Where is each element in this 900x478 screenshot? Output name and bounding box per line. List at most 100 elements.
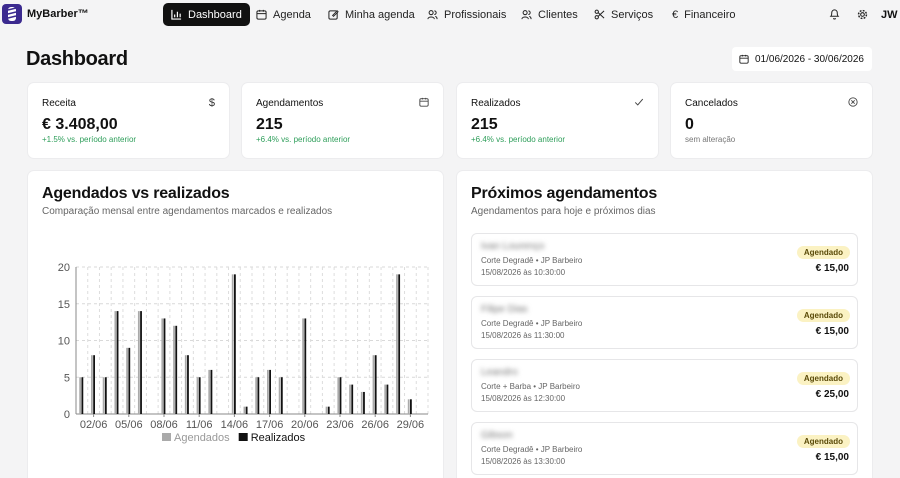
- bell-icon[interactable]: [829, 7, 840, 25]
- appointment-item[interactable]: Ivan Lourenço Corte Degradê • JP Barbeir…: [471, 233, 858, 286]
- bar-realizados: [280, 377, 283, 414]
- brand[interactable]: MyBarber™: [2, 4, 89, 24]
- bar-agendados: [384, 384, 387, 414]
- appointment-item[interactable]: Filipe Dias Corte Degradê • JP Barbeiro …: [471, 296, 858, 349]
- nav-clientes[interactable]: Clientes: [521, 3, 578, 26]
- date-range-picker[interactable]: 01/06/2026 - 30/06/2026: [732, 47, 872, 71]
- appointment-service: Corte Degradê • JP Barbeiro: [481, 445, 583, 454]
- stat-change: sem alteração: [685, 135, 736, 144]
- x-tick-label: 17/06: [256, 419, 284, 431]
- bar-realizados: [198, 377, 201, 414]
- bar-realizados: [410, 399, 412, 414]
- x-tick-label: 23/06: [326, 419, 354, 431]
- date-range-text: 01/06/2026 - 30/06/2026: [755, 53, 864, 65]
- nav-profissionais-label: Profissionais: [444, 8, 507, 21]
- client-name: Gibson: [481, 430, 513, 441]
- bar-agendados: [208, 369, 211, 414]
- stat-card-agendamentos: Agendamentos 215 +6.4% vs. período anter…: [242, 83, 443, 158]
- bar-realizados: [339, 377, 342, 414]
- x-tick-label: 26/06: [361, 419, 389, 431]
- bar-realizados: [269, 369, 271, 414]
- stat-card-receita: Receita $ € 3.408,00 +1.5% vs. período a…: [28, 83, 229, 158]
- stat-title: Receita: [42, 98, 76, 109]
- bar-realizados: [116, 311, 119, 414]
- y-tick-label: 0: [64, 409, 70, 421]
- status-badge: Agendado: [796, 372, 850, 385]
- bar-agendados: [243, 406, 246, 414]
- nav-minha-agenda[interactable]: Minha agenda: [328, 3, 415, 26]
- status-badge: Agendado: [796, 435, 850, 448]
- nav-financeiro-label: Financeiro: [684, 8, 736, 21]
- y-tick-label: 5: [64, 372, 70, 384]
- x-circle-icon: [848, 97, 858, 107]
- appointment-service: Corte Degradê • JP Barbeiro: [481, 319, 583, 328]
- bar-realizados: [398, 274, 401, 414]
- x-tick-label: 05/06: [115, 419, 143, 431]
- chart-panel: Agendados vs realizados Comparação mensa…: [28, 171, 443, 478]
- bar-realizados: [304, 318, 307, 414]
- bar-agendados: [396, 274, 398, 414]
- nav-financeiro[interactable]: € Financeiro: [672, 3, 735, 26]
- stat-card-cancelados: Cancelados 0 sem alteração: [671, 83, 872, 158]
- x-tick-label: 14/06: [221, 419, 249, 431]
- bar-agendados: [79, 377, 82, 414]
- bar-realizados: [81, 377, 84, 414]
- stat-change: +6.4% vs. período anterior: [471, 135, 566, 144]
- gear-icon[interactable]: [857, 7, 868, 25]
- client-name: Leandro: [481, 367, 518, 378]
- check-icon: [634, 97, 644, 107]
- status-badge: Agendado: [796, 246, 850, 259]
- bar-realizados: [351, 384, 354, 414]
- nav-profissionais[interactable]: Profissionais: [427, 3, 506, 26]
- bar-agendados: [372, 355, 375, 414]
- appointment-price: € 15,00: [815, 326, 849, 337]
- bar-agendados: [325, 406, 328, 414]
- nav-clientes-label: Clientes: [538, 8, 578, 21]
- users-icon: [427, 9, 438, 20]
- bar-agendados: [255, 377, 258, 414]
- stat-value: 215: [471, 116, 498, 133]
- nav-servicos[interactable]: Serviços: [594, 3, 653, 26]
- bar-realizados: [245, 406, 248, 414]
- page-title: Dashboard: [26, 48, 128, 70]
- bar-agendados: [302, 318, 304, 414]
- nav-dashboard[interactable]: Dashboard: [163, 3, 250, 26]
- bar-agendados: [173, 325, 175, 414]
- appointment-item[interactable]: Leandro Corte + Barba • JP Barbeiro 15/0…: [471, 359, 858, 412]
- legend-label: Agendados: [174, 432, 230, 444]
- appointment-service: Corte + Barba • JP Barbeiro: [481, 382, 580, 391]
- scissors-icon: [594, 9, 605, 20]
- bar-agendados: [126, 347, 128, 414]
- bar-realizados: [104, 377, 107, 414]
- bar-realizados: [128, 347, 131, 414]
- bar-agendados: [196, 377, 199, 414]
- euro-icon: €: [672, 8, 679, 21]
- bar-chart-icon: [171, 9, 182, 20]
- bar-realizados: [163, 318, 166, 414]
- bar-agendados: [337, 377, 340, 414]
- appointment-item[interactable]: Gibson Corte Degradê • JP Barbeiro 15/08…: [471, 422, 858, 475]
- appointments-subtitle: Agendamentos para hoje e próximos dias: [471, 206, 656, 217]
- nav-agenda[interactable]: Agenda: [256, 3, 311, 26]
- stat-change: +6.4% vs. período anterior: [256, 135, 351, 144]
- user-avatar[interactable]: JW: [881, 9, 898, 21]
- appointment-datetime: 15/08/2026 às 12:30:00: [481, 394, 566, 403]
- client-name: Ivan Lourenço: [481, 241, 545, 252]
- appointments-panel: Próximos agendamentos Agendamentos para …: [457, 171, 872, 478]
- top-navbar: MyBarber™ Dashboard Agenda Minha agenda …: [0, 0, 900, 30]
- y-tick-label: 20: [58, 262, 70, 274]
- client-name: Filipe Dias: [481, 304, 528, 315]
- appointment-price: € 25,00: [815, 389, 849, 400]
- bar-agendados: [267, 369, 269, 414]
- appointments-title: Próximos agendamentos: [471, 185, 658, 202]
- bar-agendados: [184, 355, 187, 414]
- bar-agendados: [360, 391, 363, 414]
- barber-pole-logo-icon: [2, 4, 22, 24]
- bar-chart: 0 5 10 15 20 02/06 05/06 08/06 11/06 14/06 17/06 20…: [58, 262, 429, 444]
- bar-realizados: [234, 274, 236, 414]
- legend-label: Realizados: [251, 432, 306, 444]
- x-tick-label: 02/06: [80, 419, 108, 431]
- status-badge: Agendado: [796, 309, 850, 322]
- appointment-datetime: 15/08/2026 às 11:30:00: [481, 331, 565, 340]
- appointment-price: € 15,00: [815, 452, 849, 463]
